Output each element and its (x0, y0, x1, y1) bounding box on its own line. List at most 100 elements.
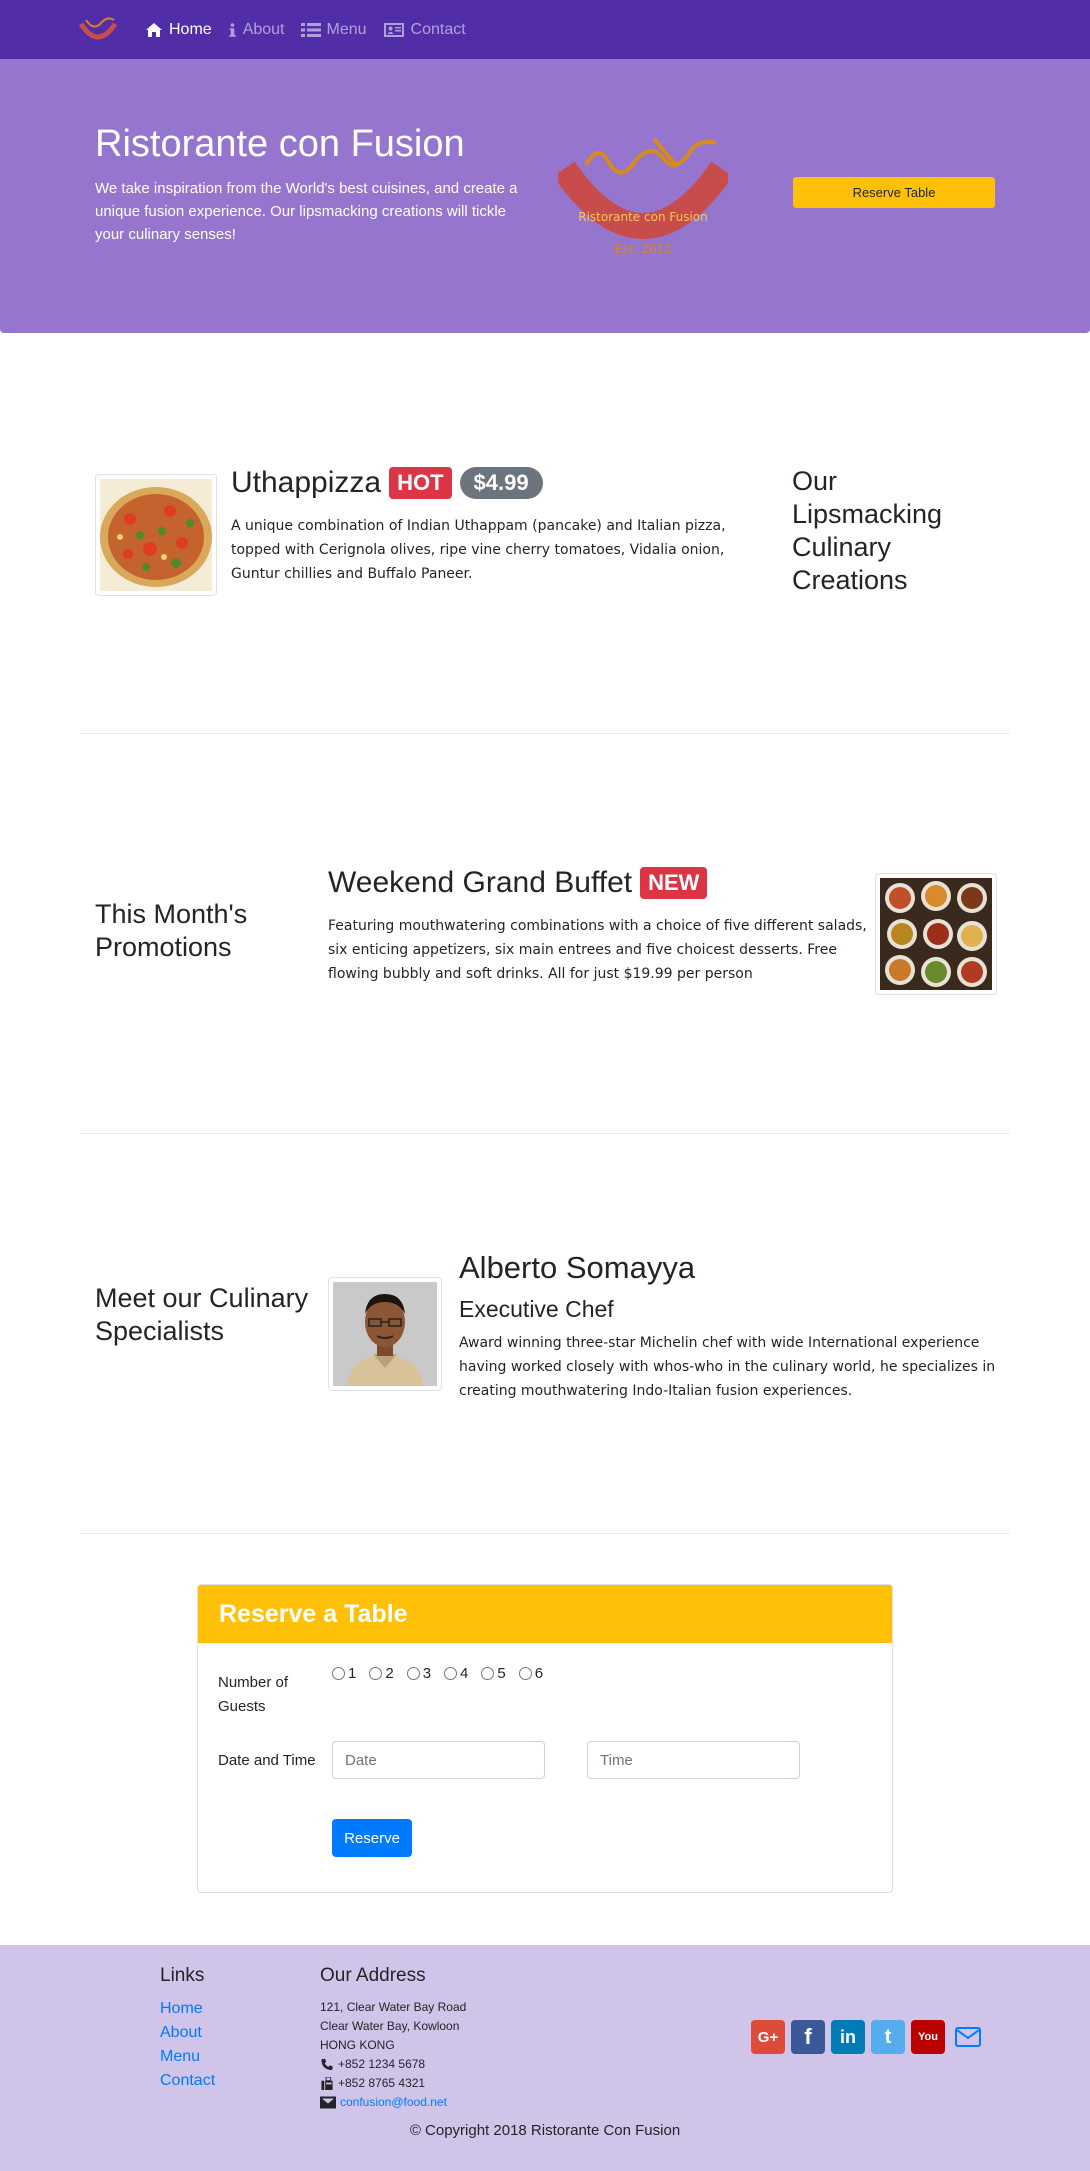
address-card-icon (383, 22, 404, 37)
linkedin-icon[interactable]: in (831, 2020, 865, 2054)
radio-button[interactable] (369, 1667, 383, 1680)
google-plus-icon[interactable]: G+ (751, 2020, 785, 2054)
footer-address: 121, Clear Water Bay Road Clear Water Ba… (320, 1998, 466, 2112)
nav-home[interactable]: Home (145, 21, 212, 39)
email-link[interactable]: confusion@food.net (340, 2093, 447, 2112)
divider (80, 1533, 1010, 1534)
promotion-name: Weekend Grand Buffet (328, 866, 633, 899)
nav-contact[interactable]: Contact (383, 21, 466, 39)
jumbotron-text: We take inspiration from the World's bes… (95, 180, 518, 243)
leader-description: Award winning three-star Michelin chef w… (459, 1335, 996, 1399)
fax-number: +852 8765 4321 (338, 2076, 426, 2090)
nav-home-label: Home (169, 20, 212, 38)
footer-link-contact[interactable]: Contact (160, 2069, 215, 2093)
address-line: Clear Water Bay, Kowloon (320, 2019, 460, 2033)
home-icon (146, 22, 162, 37)
youtube-icon[interactable]: You (911, 2020, 945, 2054)
new-badge: NEW (640, 867, 708, 899)
radio-label: 3 (422, 1665, 432, 1682)
dish-section-heading: Our Lipsmacking Culinary Creations (792, 466, 943, 595)
footer-link-home[interactable]: Home (160, 1997, 215, 2021)
radio-label: 6 (534, 1665, 544, 1682)
jumbotron: Ristorante con Fusion We take inspiratio… (0, 59, 1090, 333)
nav-menu: Home About Menu Contact (145, 0, 466, 59)
reserve-submit-button[interactable]: Reserve (332, 1819, 412, 1857)
phone-row: +852 1234 5678 (320, 2055, 466, 2074)
copyright: © Copyright 2018 Ristorante Con Fusion (409, 2122, 681, 2139)
phone-number: +852 1234 5678 (338, 2057, 426, 2071)
twitter-icon[interactable]: t (871, 2020, 905, 2054)
guests-option-4[interactable]: 4 (444, 1665, 468, 1682)
nav-menu-link[interactable]: Menu (300, 20, 367, 39)
radio-label: 4 (460, 1665, 469, 1682)
price-badge: $4.99 (459, 467, 543, 499)
phone-icon (321, 2058, 333, 2071)
promotion-image (875, 873, 997, 995)
restaurant-logo: Ristorante con Fusion Est. 2013 (558, 137, 728, 255)
jumbotron-title: Ristorante con Fusion (95, 123, 465, 165)
address-line: 121, Clear Water Bay Road (320, 2000, 467, 2014)
footer-address-heading: Our Address (320, 1965, 426, 1986)
footer-link-about[interactable]: About (160, 2021, 215, 2045)
brand-logo[interactable] (78, 14, 118, 46)
mail-icon[interactable] (951, 2020, 985, 2054)
envelope-icon (320, 2096, 336, 2109)
chef-photo (333, 1282, 437, 1386)
social-links: G+ f in t You (751, 2020, 985, 2054)
guests-option-3[interactable]: 3 (406, 1665, 432, 1682)
buffet-image (880, 878, 992, 990)
radio-button[interactable] (332, 1667, 345, 1680)
divider (80, 1133, 1010, 1134)
nav-menu-label: Menu (326, 20, 367, 38)
nav-about-label: About (242, 20, 285, 38)
fax-icon (321, 2077, 333, 2090)
list-icon (300, 22, 321, 37)
guests-option-1[interactable]: 1 (332, 1665, 356, 1682)
address-line: HONG KONG (320, 2038, 395, 2052)
time-input[interactable]: Time (587, 1741, 800, 1779)
datetime-label: Date and Time (218, 1752, 316, 1769)
logo-text: Ristorante con Fusion (578, 210, 708, 224)
reserve-table-button[interactable]: Reserve Table (793, 177, 995, 208)
guests-option-2[interactable]: 2 (369, 1665, 394, 1682)
radio-button[interactable] (518, 1667, 532, 1680)
leader-designation: Executive Chef (459, 1296, 614, 1322)
radio-label: 5 (497, 1665, 506, 1682)
email-row: confusion@food.net (320, 2093, 466, 2112)
logo-est: Est. 2013 (614, 242, 672, 255)
guests-option-6[interactable]: 6 (518, 1665, 544, 1682)
guests-option-5[interactable]: 5 (481, 1665, 506, 1682)
nav-about[interactable]: About (228, 21, 285, 39)
nav-contact-label: Contact (410, 20, 466, 38)
hot-badge: HOT (389, 467, 452, 499)
footer-link-menu[interactable]: Menu (160, 2045, 215, 2069)
radio-button[interactable] (406, 1667, 420, 1680)
dish-name: Uthappizza (231, 466, 382, 499)
divider (80, 733, 1010, 734)
leader-name: Alberto Somayya (459, 1250, 696, 1285)
footer: Links Home About Menu Contact Our Addres… (0, 1945, 1090, 2171)
leader-image (328, 1277, 442, 1391)
pizza-image (100, 479, 212, 591)
reserve-card-header: Reserve a Table (198, 1585, 892, 1643)
radio-button[interactable] (481, 1667, 495, 1680)
radio-label: 1 (348, 1665, 357, 1682)
promotion-title: Weekend Grand Buffet NEW (328, 866, 708, 900)
facebook-icon[interactable]: f (791, 2020, 825, 2054)
guests-label: Number of Guests (218, 1674, 289, 1715)
promotion-description: Featuring mouthwatering combinations wit… (328, 918, 867, 982)
footer-links: Home About Menu Contact (160, 1997, 215, 2093)
radio-button[interactable] (444, 1667, 458, 1680)
date-input[interactable]: Date (332, 1741, 545, 1779)
dish-title: Uthappizza HOT $4.99 (231, 466, 543, 500)
radio-label: 2 (385, 1665, 394, 1682)
promotion-section-heading: This Month's Promotions (95, 899, 248, 962)
navbar: Home About Menu Contact (0, 0, 1090, 59)
leader-section-heading: Meet our Culinary Specialists (95, 1283, 309, 1346)
footer-links-heading: Links (160, 1965, 205, 1986)
dish-description: A unique combination of Indian Uthappam … (231, 518, 726, 582)
reserve-card: Reserve a Table Number of Guests 1 2 3 4… (197, 1584, 893, 1893)
guests-radio-group: 1 2 3 4 5 6 (332, 1665, 543, 1682)
dish-image (95, 474, 217, 596)
info-icon (229, 22, 236, 37)
